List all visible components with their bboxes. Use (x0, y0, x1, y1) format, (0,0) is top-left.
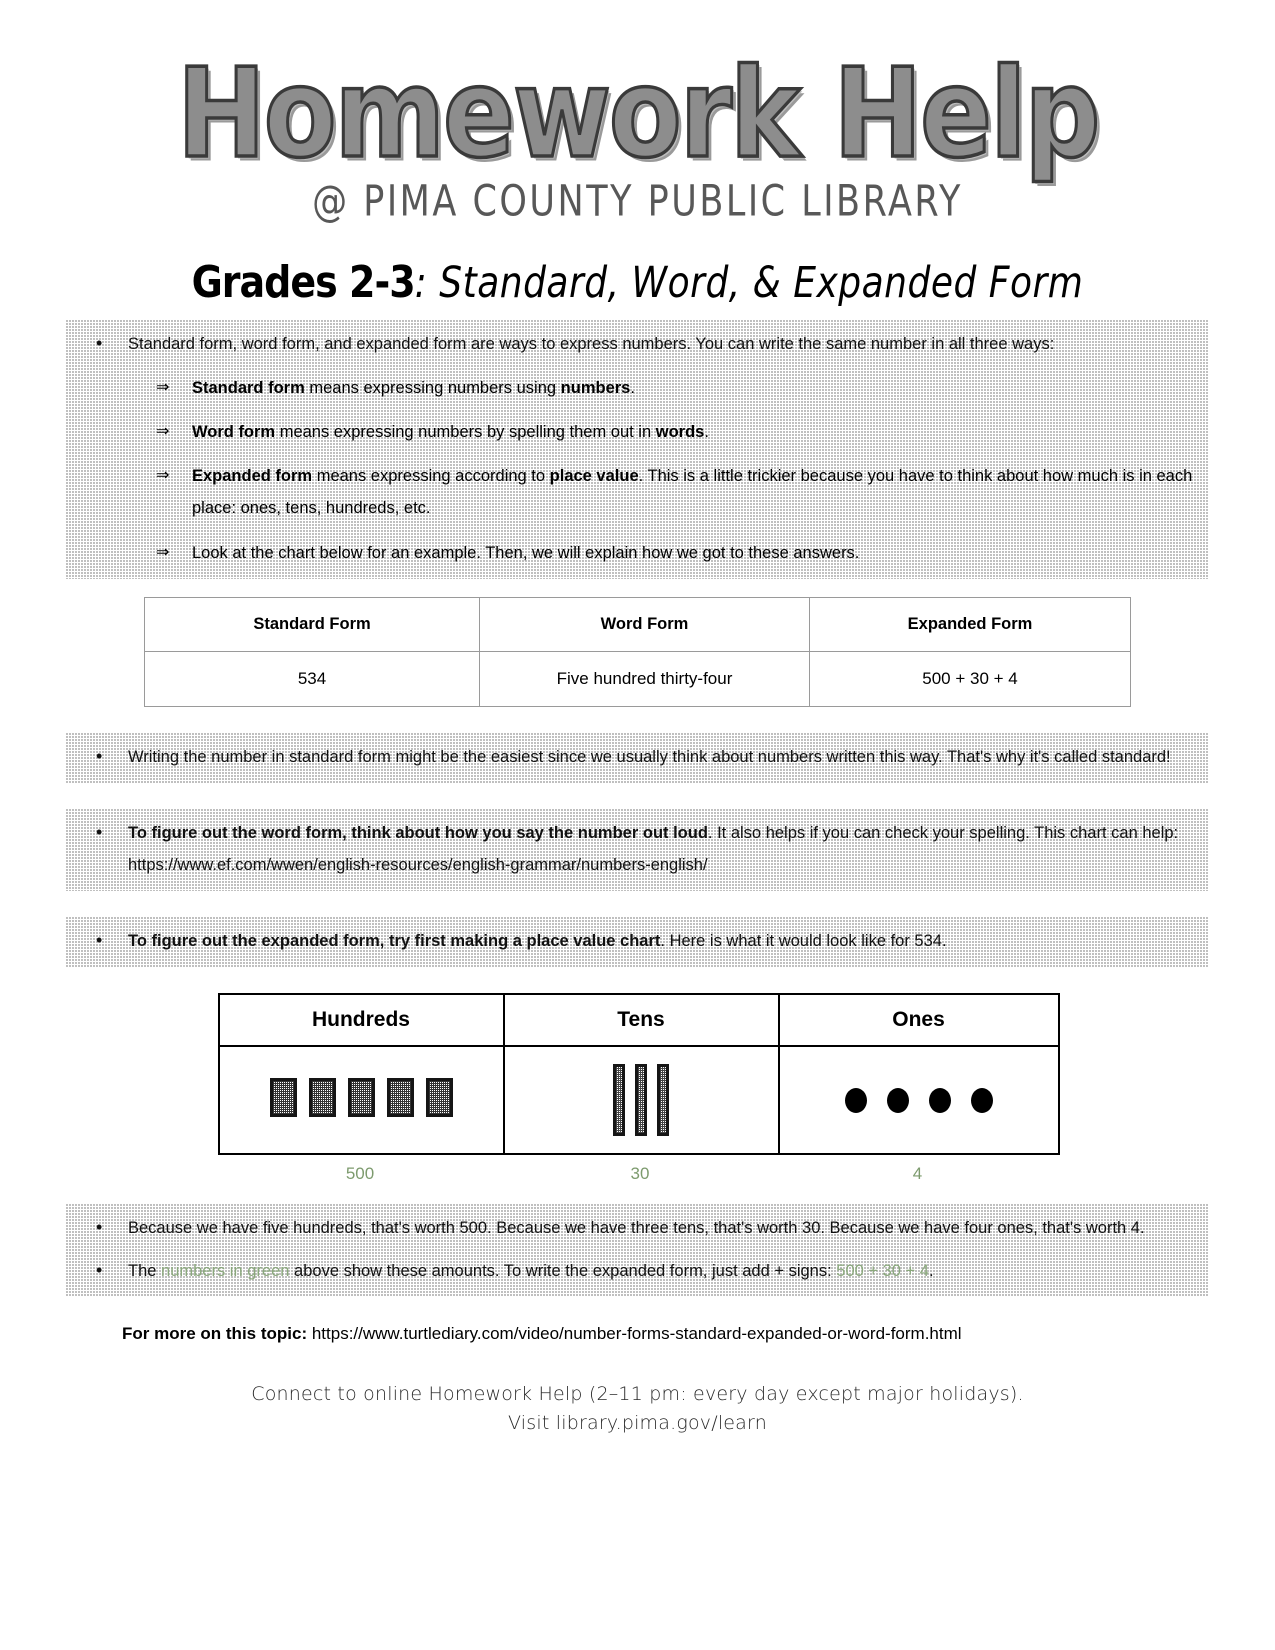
hundreds-flat-icon (308, 1078, 336, 1118)
explanation-shaded-area: Because we have five hundreds, that's wo… (66, 1204, 1209, 1297)
hundreds-flat-icon (386, 1078, 414, 1118)
page-footer: Connect to online Homework Help (2–11 pm… (0, 1380, 1275, 1439)
label-ones-value: 4 (912, 1164, 923, 1184)
column-header-word: Word Form (479, 596, 810, 652)
list-item: Writing the number in standard form migh… (82, 739, 1193, 774)
explanation-green-expression: 500 + 30 + 4 (836, 1261, 929, 1280)
tens-rod-icon (635, 1064, 647, 1137)
tens-rod-icon (657, 1064, 669, 1137)
more-resources: For more on this topic: https://www.turt… (122, 1317, 1153, 1350)
place-value-table: Hundreds Tens Ones (217, 993, 1060, 1156)
note-expanded-block: To figure out the expanded form, try fir… (66, 917, 1209, 968)
sub-tail: . (630, 378, 635, 397)
grade-level: Grades 2-3 (191, 256, 416, 307)
ones-dots-cell (777, 1045, 1060, 1156)
note-standard-list: Writing the number in standard form migh… (82, 739, 1193, 774)
footer-hours: Connect to online Homework Help (2–11 pm… (251, 1382, 1024, 1405)
hundreds-flat-icon (347, 1078, 375, 1118)
note-word-shaded-area: To figure out the word form, think about… (66, 808, 1209, 892)
emphasis: place value (549, 467, 639, 486)
list-item: Standard form, word form, and expanded f… (82, 326, 1193, 361)
column-header-tens: Tens (502, 993, 780, 1048)
note-expanded-bold: To figure out the expanded form, try fir… (128, 932, 661, 951)
sub-tail: . (704, 423, 709, 442)
place-value-labels: 500 30 4 (218, 1164, 1058, 1184)
library-name: @ PIMA COUNTY PUBLIC LIBRARY (312, 177, 963, 227)
site-header: Homework Help @ PIMA COUNTY PUBLIC LIBRA… (0, 0, 1275, 227)
term-expanded-form: Expanded form (192, 467, 313, 486)
intro-bullet-list: Standard form, word form, and expanded f… (82, 326, 1193, 361)
title-topic: : Standard, Word, & Expanded Form (414, 258, 1084, 308)
note-word-list: To figure out the word form, think about… (82, 815, 1193, 881)
sub-text: means expressing numbers by spelling the… (275, 423, 656, 442)
list-item: Standard form means expressing numbers u… (150, 372, 1193, 404)
emphasis: numbers (560, 378, 631, 397)
label-tens-value: 30 (630, 1164, 650, 1184)
table-row: 534 Five hundred thirty-four 500 + 30 + … (144, 650, 1131, 707)
sub-text: means expressing according to (312, 467, 550, 486)
note-standard-block: Writing the number in standard form migh… (66, 732, 1209, 783)
sub-text: means expressing numbers using (304, 378, 561, 397)
ones-dot-icon (844, 1087, 867, 1113)
column-header-standard: Standard Form (144, 596, 480, 652)
page-title: Grades 2-3: Standard, Word, & Expanded F… (0, 256, 1275, 308)
column-header-hundreds: Hundreds (217, 993, 505, 1048)
ones-dot-icon (970, 1087, 993, 1113)
note-word-block: To figure out the word form, think about… (66, 808, 1209, 892)
footer-website[interactable]: Visit library.pima.gov/learn (0, 1409, 1275, 1438)
place-value-header-row: Hundreds Tens Ones (217, 993, 1060, 1048)
note-expanded-text: . Here is what it would look like for 53… (660, 932, 947, 951)
list-item: Expanded form means expressing according… (150, 460, 1193, 524)
intro-shaded-area: Standard form, word form, and expanded f… (66, 319, 1209, 579)
label-hundreds-value: 500 (345, 1164, 375, 1184)
example-forms-table: Standard Form Word Form Expanded Form 53… (144, 596, 1131, 707)
intro-block: Standard form, word form, and expanded f… (66, 319, 1209, 579)
column-header-expanded: Expanded Form (809, 596, 1131, 652)
list-item: To figure out the word form, think about… (82, 815, 1193, 881)
ones-dot-icon (928, 1087, 951, 1113)
sub-text: Look at the chart below for an example. … (192, 543, 860, 562)
cell-expanded-value: 500 + 30 + 4 (809, 650, 1131, 707)
tens-rods-cell (502, 1045, 780, 1156)
cell-word-value: Five hundred thirty-four (479, 650, 810, 707)
place-value-chart: Hundreds Tens Ones 500 30 4 (217, 993, 1060, 1184)
explanation-tail: . (928, 1261, 934, 1280)
explanation-mid: above show these amounts. To write the e… (289, 1261, 837, 1280)
worksheet-page: Homework Help @ PIMA COUNTY PUBLIC LIBRA… (0, 0, 1275, 1650)
ones-dot-icon (886, 1087, 909, 1113)
list-item: To figure out the expanded form, try fir… (82, 923, 1193, 958)
hundreds-flat-icon (425, 1078, 453, 1118)
hundreds-blocks-cell (217, 1045, 505, 1156)
explanation-green-phrase: numbers in green (161, 1261, 290, 1280)
hundreds-flat-icon (269, 1078, 297, 1118)
emphasis: words (655, 423, 705, 442)
more-label: For more on this topic: (122, 1323, 308, 1343)
term-word-form: Word form (192, 423, 276, 442)
list-item: The numbers in green above show these am… (82, 1253, 1193, 1288)
note-expanded-shaded-area: To figure out the expanded form, try fir… (66, 917, 1209, 968)
note-word-bold: To figure out the word form, think about… (128, 823, 708, 842)
explanation-list: Because we have five hundreds, that's wo… (82, 1210, 1193, 1288)
note-standard-shaded-area: Writing the number in standard form migh… (66, 732, 1209, 783)
column-header-ones: Ones (777, 993, 1060, 1048)
cell-standard-value: 534 (144, 650, 480, 707)
tens-rod-icon (613, 1064, 625, 1137)
explanation-block: Because we have five hundreds, that's wo… (66, 1204, 1209, 1297)
table-header-row: Standard Form Word Form Expanded Form (144, 596, 1131, 652)
intro-sub-list: Standard form means expressing numbers u… (82, 372, 1193, 569)
term-standard-form: Standard form (192, 378, 305, 397)
list-item: Because we have five hundreds, that's wo… (82, 1210, 1193, 1245)
note-expanded-list: To figure out the expanded form, try fir… (82, 923, 1193, 958)
more-url[interactable]: https://www.turtlediary.com/video/number… (307, 1324, 962, 1343)
homework-help-logo: Homework Help (175, 41, 1101, 186)
place-value-manipulatives-row (217, 1045, 1060, 1156)
list-item: Look at the chart below for an example. … (150, 537, 1193, 569)
explanation-pre: The (128, 1261, 162, 1280)
list-item: Word form means expressing numbers by sp… (150, 416, 1193, 448)
